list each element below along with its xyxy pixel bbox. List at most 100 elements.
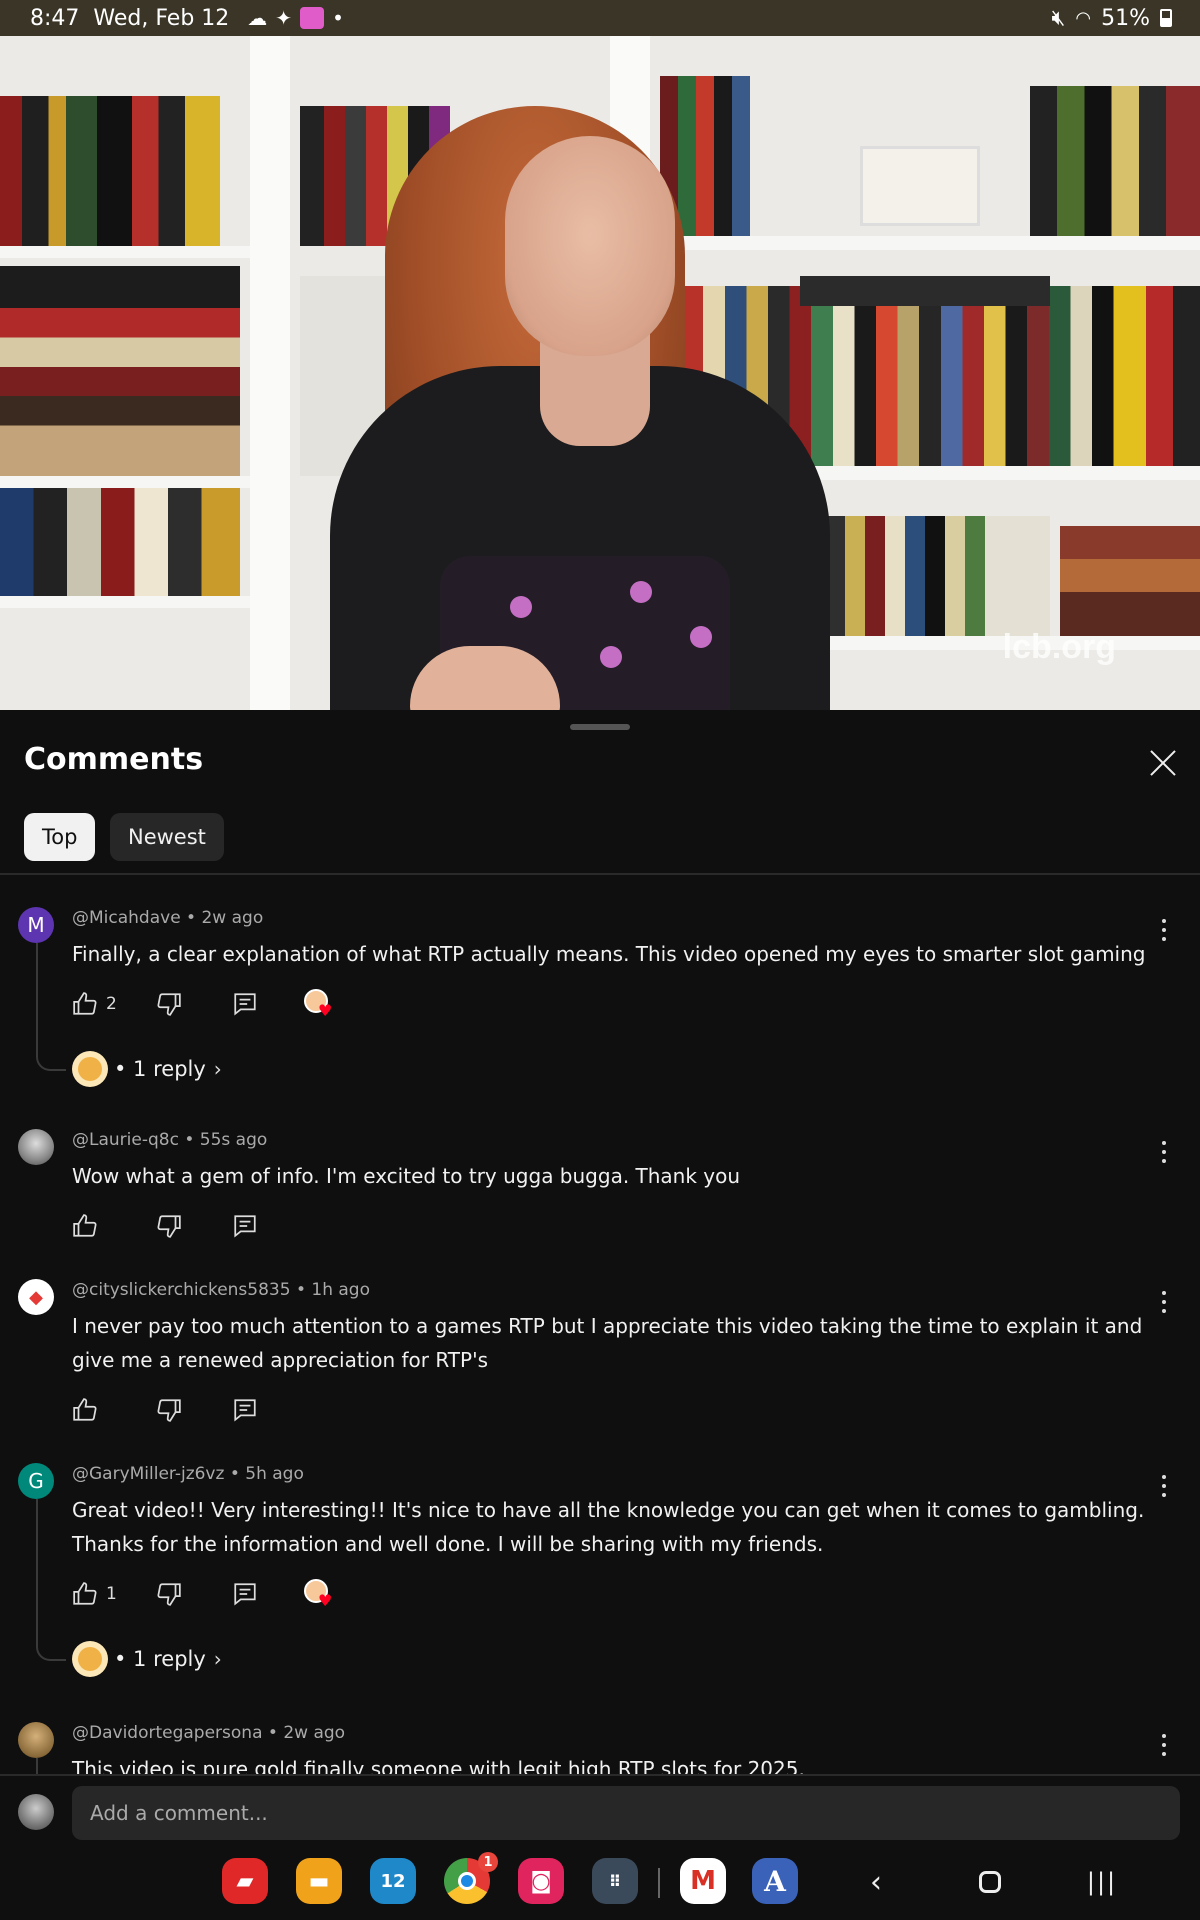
comment-meta[interactable]: @Davidortegapersona • 2w ago: [72, 1723, 345, 1743]
comment-item: ◆ @cityslickerchickens5835 • 1h ago I ne…: [0, 1267, 1200, 1442]
comment-item: G @GaryMiller-jz6vz • 5h ago Great video…: [0, 1451, 1200, 1706]
thumbs-up-icon: [73, 1398, 97, 1421]
like-button[interactable]: [72, 1395, 98, 1425]
comment-actions: 1 ♥: [72, 1579, 672, 1610]
more-options-icon[interactable]: [1154, 1289, 1174, 1315]
chicken-icon: ◆: [29, 1286, 43, 1308]
avatar[interactable]: [18, 1129, 54, 1165]
more-options-icon[interactable]: [1154, 1139, 1174, 1165]
like-button[interactable]: [72, 1211, 98, 1241]
app-notification-icon: [300, 7, 325, 29]
dislike-button[interactable]: [156, 1395, 182, 1425]
status-date: Wed, Feb 12: [93, 5, 230, 31]
mute-icon: 🔇︎: [1051, 5, 1066, 31]
more-options-icon[interactable]: [1154, 917, 1174, 943]
tab-newest[interactable]: Newest: [110, 813, 224, 861]
recents-icon[interactable]: |||: [1082, 1862, 1122, 1902]
battery-percent: 51%: [1101, 5, 1150, 31]
gmail-icon[interactable]: M: [680, 1858, 726, 1904]
dislike-button[interactable]: [156, 1211, 182, 1241]
comment-actions: [72, 1211, 672, 1241]
chevron-right-icon: ›: [213, 1647, 222, 1671]
camera-icon[interactable]: ◙: [518, 1858, 564, 1904]
thumbs-down-icon: [157, 1215, 181, 1238]
drag-handle[interactable]: [570, 724, 630, 730]
reply-icon: [234, 993, 256, 1016]
comment-text: Great video!! Very interesting!! It's ni…: [72, 1498, 1145, 1556]
comment-item: @Davidortegapersona • 2w ago This video …: [0, 1710, 1200, 1774]
comment-meta[interactable]: @Laurie-q8c • 55s ago: [72, 1130, 267, 1150]
comment-item: M @Micahdave • 2w ago Finally, a clear e…: [0, 895, 1200, 1115]
creator-heart-icon: ♥: [304, 989, 332, 1020]
notification-badge: 1: [478, 1852, 498, 1872]
reply-icon: [234, 1399, 256, 1422]
reply-button[interactable]: [232, 989, 258, 1019]
app-drawer-icon[interactable]: ⠿: [592, 1858, 638, 1904]
reply-button[interactable]: [232, 1211, 258, 1241]
comment-actions: 2 ♥: [72, 989, 672, 1020]
video-player[interactable]: lcb.org: [0, 36, 1200, 710]
avatar[interactable]: G: [18, 1463, 54, 1499]
more-options-icon[interactable]: [1154, 1732, 1174, 1758]
dot-icon: •: [332, 6, 344, 30]
like-button[interactable]: 2: [72, 989, 117, 1019]
comment-text: Finally, a clear explanation of what RTP…: [72, 942, 1146, 966]
comment-meta[interactable]: @cityslickerchickens5835 • 1h ago: [72, 1280, 370, 1300]
status-bar: 8:47 Wed, Feb 12 ☁ ✦ • 🔇︎ ◠ 51%: [0, 0, 1200, 36]
thumbs-up-icon: [73, 992, 97, 1015]
comments-panel: Comments Top Newest M @Micahdave • 2w ag…: [0, 710, 1200, 1920]
like-count: 1: [106, 1584, 117, 1604]
reply-count: • 1 reply: [114, 1057, 206, 1081]
creator-heart-icon: ♥: [304, 1579, 332, 1610]
creator-avatar: [72, 1051, 108, 1087]
divider: [0, 873, 1200, 875]
app-store-icon[interactable]: A: [752, 1858, 798, 1904]
more-options-icon[interactable]: [1154, 1473, 1174, 1499]
add-comment-bar: [0, 1774, 1200, 1848]
tab-top[interactable]: Top: [24, 813, 96, 861]
video-watermark: lcb.org: [1002, 628, 1116, 666]
like-count: 2: [106, 994, 117, 1014]
thumbs-down-icon: [157, 1583, 181, 1606]
reply-icon: [234, 1215, 256, 1238]
chrome-icon[interactable]: 1: [444, 1852, 498, 1904]
calendar-icon[interactable]: 12: [370, 1858, 416, 1904]
avatar[interactable]: ◆: [18, 1279, 54, 1315]
reply-button[interactable]: [232, 1579, 258, 1609]
thread-line: [36, 943, 66, 1071]
dock-separator: [658, 1868, 660, 1898]
add-comment-input[interactable]: [72, 1786, 1180, 1840]
reply-icon: [234, 1583, 256, 1606]
creator-avatar: [72, 1641, 108, 1677]
thumbs-down-icon: [157, 993, 181, 1016]
comment-meta[interactable]: @GaryMiller-jz6vz • 5h ago: [72, 1464, 304, 1484]
user-avatar[interactable]: [18, 1794, 54, 1830]
thumbs-up-icon: [73, 1582, 97, 1605]
system-navigation: ▰ ▬ 12 1 ◙ ⠿ M A ‹ |||: [0, 1848, 1200, 1920]
bird-icon: ✦: [275, 6, 293, 30]
comment-item: @Laurie-q8c • 55s ago Wow what a gem of …: [0, 1117, 1200, 1257]
panel-title: Comments: [24, 742, 204, 777]
comment-text: This video is pure gold finally someone …: [72, 1757, 805, 1774]
comment-text: I never pay too much attention to a game…: [72, 1314, 1143, 1372]
view-replies-button[interactable]: • 1 reply ›: [72, 1050, 222, 1088]
thread-line: [36, 1499, 66, 1661]
home-icon[interactable]: [970, 1862, 1010, 1902]
avatar[interactable]: [18, 1722, 54, 1758]
files-icon[interactable]: ▬: [296, 1858, 342, 1904]
back-icon[interactable]: ‹: [856, 1862, 896, 1902]
reply-button[interactable]: [232, 1395, 258, 1425]
reply-count: • 1 reply: [114, 1647, 206, 1671]
dislike-button[interactable]: [156, 989, 182, 1019]
close-icon[interactable]: [1146, 746, 1180, 780]
flipboard-icon[interactable]: ▰: [222, 1858, 268, 1904]
comment-meta[interactable]: @Micahdave • 2w ago: [72, 908, 263, 928]
dislike-button[interactable]: [156, 1579, 182, 1609]
like-button[interactable]: 1: [72, 1579, 117, 1609]
comment-actions: [72, 1395, 672, 1425]
avatar[interactable]: M: [18, 907, 54, 943]
thumbs-down-icon: [157, 1399, 181, 1422]
view-replies-button[interactable]: • 1 reply ›: [72, 1640, 222, 1678]
cloud-icon: ☁: [247, 6, 268, 30]
comment-text: Wow what a gem of info. I'm excited to t…: [72, 1164, 741, 1188]
